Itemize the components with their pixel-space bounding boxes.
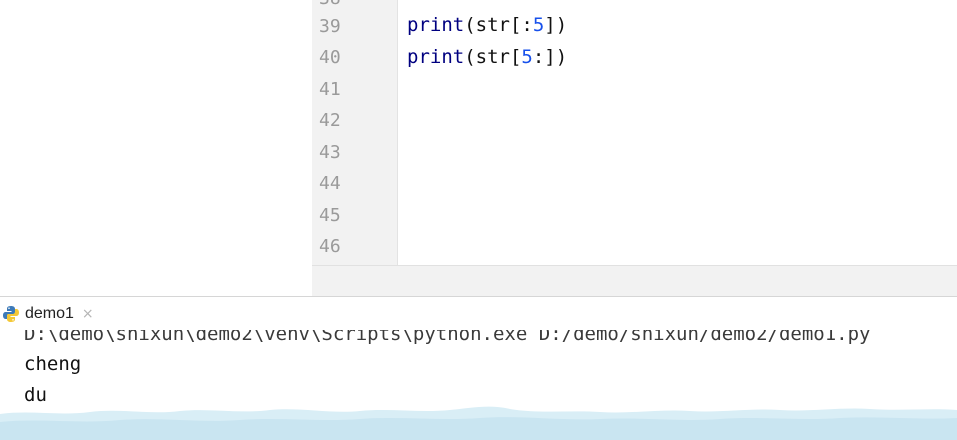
- console-output-line-1: cheng: [24, 353, 82, 375]
- code-token-text: (str[: [464, 46, 522, 68]
- line-number-44: 44: [319, 173, 341, 194]
- code-token-text: ]): [544, 14, 568, 36]
- close-icon[interactable]: ×: [82, 306, 94, 322]
- editor-bottom-strip: [312, 265, 957, 296]
- code-token-function: print: [407, 46, 465, 68]
- code-token-text: :]): [532, 46, 568, 68]
- python-icon: [2, 305, 20, 323]
- code-token-number: 5: [521, 46, 533, 68]
- code-token-function: print: [407, 14, 465, 36]
- line-number-gutter: 38 39 40 41 42 43 44 45 46: [312, 0, 398, 265]
- code-token-number: 5: [532, 14, 545, 36]
- code-line-39[interactable]: print(str[:5]): [407, 13, 567, 37]
- project-pane-blank: [0, 0, 312, 296]
- line-number-43: 43: [319, 142, 341, 163]
- line-number-39: 39: [319, 16, 341, 37]
- run-tab-demo1[interactable]: demo1 ×: [0, 297, 94, 331]
- run-tool-window-header: demo1 ×: [0, 296, 957, 330]
- line-number-partial: 38: [319, 0, 379, 10]
- console-command-line: D:\demo\shixun\demo2\venv\Scripts\python…: [24, 330, 871, 345]
- line-number-46: 46: [319, 236, 341, 257]
- line-number-42: 42: [319, 110, 341, 131]
- code-editor[interactable]: print(str[:5]) print(str[5:]): [399, 0, 957, 265]
- line-number-45: 45: [319, 205, 341, 226]
- line-number-40: 40: [319, 47, 341, 68]
- code-token-text: (str[:: [464, 14, 533, 36]
- decorative-wave-overlay: [0, 406, 957, 440]
- line-number-41: 41: [319, 79, 341, 100]
- run-tab-label: demo1: [25, 305, 74, 322]
- code-line-40[interactable]: print(str[5:]): [407, 45, 567, 69]
